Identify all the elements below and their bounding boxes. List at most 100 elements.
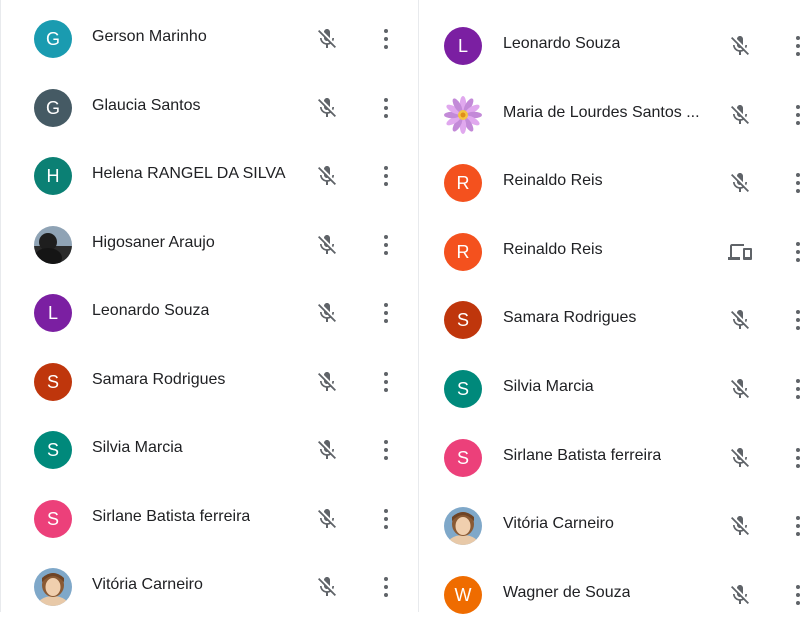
more-vert-icon	[384, 448, 388, 452]
more-options-button[interactable]	[786, 444, 806, 472]
more-vert-icon	[796, 387, 800, 391]
more-vert-icon	[796, 379, 800, 383]
participant-row: Higosaner Araujo	[1, 211, 413, 279]
participant-name: Leonardo Souza	[92, 302, 210, 319]
avatar: L	[34, 294, 72, 332]
participant-row: Vitória Carneiro	[419, 492, 806, 560]
avatar	[444, 95, 482, 134]
more-options-button[interactable]	[374, 25, 398, 53]
more-options-button[interactable]	[786, 101, 806, 129]
more-options-button[interactable]	[374, 94, 398, 122]
more-options-button[interactable]	[374, 436, 398, 464]
more-vert-icon	[796, 592, 800, 597]
more-vert-icon	[384, 516, 388, 521]
participant-row: Vitória Carneiro	[1, 553, 413, 621]
more-vert-icon	[384, 182, 388, 186]
participant-row: S Samara Rodrigues	[1, 348, 413, 416]
participant-row: R Reinaldo Reis	[419, 149, 806, 217]
mic-off-icon	[728, 377, 752, 401]
participant-name: Wagner de Souza	[503, 583, 631, 601]
more-vert-icon	[796, 52, 800, 56]
more-vert-icon	[796, 310, 800, 315]
more-vert-icon	[384, 250, 388, 255]
mic-off-icon	[315, 164, 339, 188]
more-vert-icon	[384, 37, 388, 41]
more-vert-icon	[384, 387, 388, 392]
more-options-button[interactable]	[786, 375, 806, 403]
more-vert-icon	[796, 395, 800, 399]
more-options-button[interactable]	[374, 162, 398, 190]
more-options-button[interactable]	[786, 238, 806, 266]
avatar: S	[34, 362, 72, 401]
participant-name: Samara Rodrigues	[92, 370, 226, 388]
more-vert-icon	[796, 516, 800, 521]
participants-list-right: L Leonardo Souza Maria de Lourdes Santos .…	[418, 0, 806, 614]
participants-list-left: G Gerson Marinho G Glaucia Santos H Helena RA…	[0, 0, 413, 612]
more-vert-icon	[796, 189, 800, 194]
participant-name: Higosaner Araujo	[92, 233, 215, 251]
more-vert-icon	[384, 45, 388, 49]
more-vert-icon	[384, 371, 388, 376]
mic-off-icon	[728, 446, 752, 470]
more-options-button[interactable]	[374, 299, 398, 327]
mic-off-icon	[315, 301, 339, 325]
avatar	[34, 568, 72, 606]
more-vert-icon	[796, 181, 800, 186]
avatar: R	[444, 232, 482, 271]
participant-row: H Helena RANGEL DA SILVA	[1, 142, 413, 210]
more-vert-icon	[384, 166, 388, 170]
more-vert-icon	[384, 29, 388, 33]
mic-off-icon	[728, 34, 752, 58]
companion-device-icon	[728, 240, 752, 264]
mic-off-icon	[728, 583, 752, 607]
avatar: S	[34, 499, 72, 538]
participant-row: G Gerson Marinho	[1, 5, 413, 73]
more-options-button[interactable]	[786, 512, 806, 540]
more-vert-icon	[384, 234, 388, 239]
more-options-button[interactable]	[786, 581, 806, 609]
avatar: S	[444, 301, 482, 340]
more-vert-icon	[384, 524, 388, 529]
more-vert-icon	[796, 257, 800, 262]
mic-off-icon	[315, 370, 339, 394]
more-options-button[interactable]	[374, 505, 398, 533]
participant-name: Samara Rodrigues	[503, 309, 637, 327]
participant-name: Silvia Marcia	[92, 439, 183, 456]
more-options-button[interactable]	[786, 169, 806, 197]
participant-name: Sirlane Batista ferreira	[503, 446, 662, 464]
more-vert-icon	[384, 113, 388, 118]
more-vert-icon	[384, 508, 388, 513]
more-vert-icon	[384, 379, 388, 384]
more-vert-icon	[796, 455, 800, 460]
more-vert-icon	[384, 585, 388, 589]
more-vert-icon	[384, 303, 388, 307]
more-options-button[interactable]	[786, 32, 806, 60]
more-vert-icon	[796, 600, 800, 605]
participant-name: Gerson Marinho	[92, 28, 207, 45]
more-options-button[interactable]	[374, 231, 398, 259]
more-vert-icon	[384, 242, 388, 247]
avatar	[34, 225, 72, 264]
participant-name: Helena RANGEL DA SILVA	[92, 165, 286, 182]
mic-off-icon	[728, 308, 752, 332]
avatar: G	[34, 88, 72, 127]
participant-row: S Sirlane Batista ferreira	[1, 485, 413, 553]
avatar: S	[444, 438, 482, 477]
avatar: H	[34, 157, 72, 195]
more-options-button[interactable]	[374, 368, 398, 396]
more-vert-icon	[384, 97, 388, 102]
more-vert-icon	[384, 440, 388, 444]
avatar: W	[444, 575, 482, 614]
participant-name: Silvia Marcia	[503, 378, 594, 395]
more-vert-icon	[384, 105, 388, 110]
participant-name: Vitória Carneiro	[92, 576, 203, 593]
participant-row: W Wagner de Souza	[419, 561, 806, 629]
avatar: L	[444, 27, 482, 65]
avatar: R	[444, 164, 482, 203]
more-vert-icon	[384, 577, 388, 581]
more-vert-icon	[796, 463, 800, 468]
more-options-button[interactable]	[786, 306, 806, 334]
participant-row: L Leonardo Souza	[1, 279, 413, 347]
mic-off-icon	[728, 514, 752, 538]
more-options-button[interactable]	[374, 573, 398, 601]
